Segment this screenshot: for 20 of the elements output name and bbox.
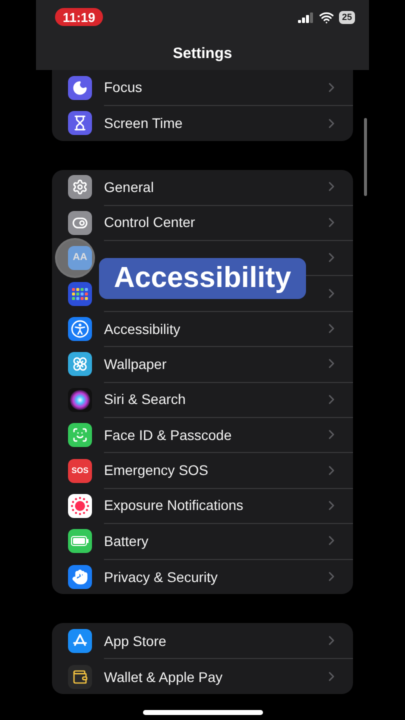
row-label: App Store [104, 632, 166, 649]
row-label: Siri & Search [104, 391, 186, 408]
sos-icon: SOS [68, 458, 92, 483]
page-title: Settings [172, 45, 234, 62]
battery-level: 25 [338, 10, 355, 24]
text-size-icon: AA [68, 246, 92, 270]
row-label: Control Center [104, 214, 196, 230]
row-label: Wallpaper [104, 356, 167, 372]
caption-overlay: Accessibility [99, 258, 306, 299]
row-label: Accessibility [104, 320, 180, 337]
row-label: Focus [104, 79, 142, 96]
row-label: Wallet & Apple Pay [104, 668, 223, 685]
row-label: Battery [104, 532, 148, 549]
row-label: Exposure Notifications [104, 497, 244, 514]
status-time: 11:19 [55, 8, 103, 26]
row-label: Privacy & Security [104, 568, 218, 585]
row-label: General [104, 178, 154, 195]
row-label: Emergency SOS [104, 462, 208, 478]
row-label: Face ID & Passcode [104, 426, 232, 443]
row-label: Screen Time [104, 115, 183, 132]
